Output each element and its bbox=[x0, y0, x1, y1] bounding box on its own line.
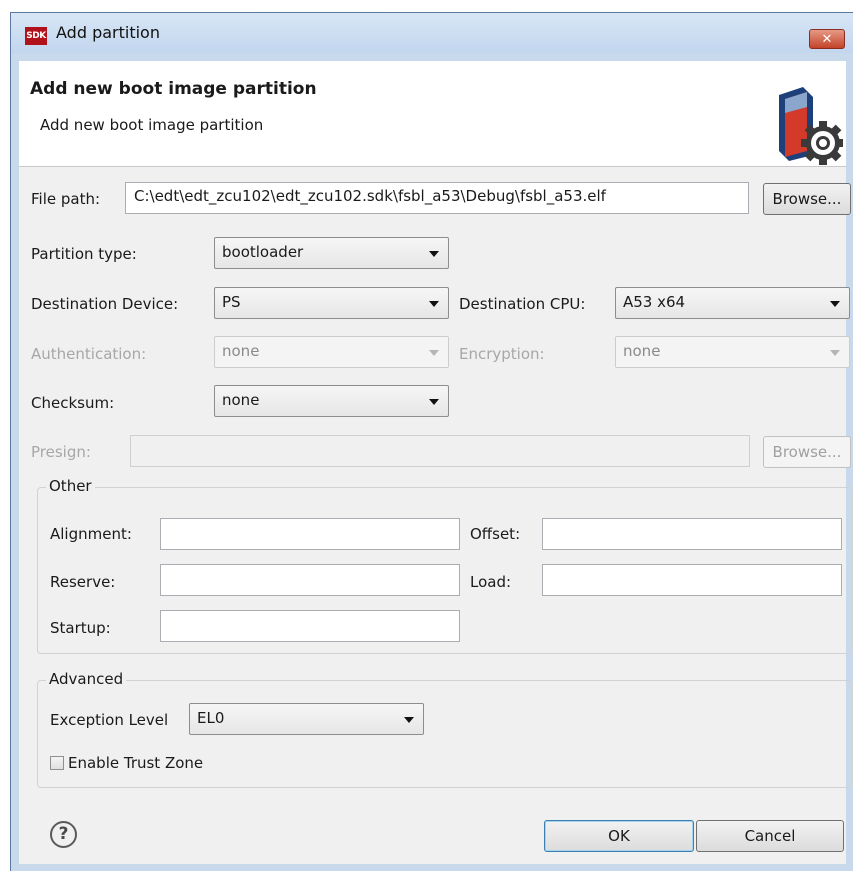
help-icon[interactable]: ? bbox=[50, 821, 77, 848]
destination-device-label: Destination Device: bbox=[31, 295, 179, 313]
destination-device-dropdown[interactable]: PS bbox=[214, 287, 449, 319]
reserve-label: Reserve: bbox=[50, 573, 116, 591]
load-input[interactable] bbox=[542, 564, 842, 596]
authentication-value: none bbox=[222, 342, 260, 360]
dialog-title: Add new boot image partition bbox=[30, 79, 317, 99]
destination-cpu-label: Destination CPU: bbox=[459, 295, 586, 313]
encryption-label: Encryption: bbox=[459, 345, 545, 363]
exception-level-value: EL0 bbox=[197, 709, 225, 727]
startup-label: Startup: bbox=[50, 619, 111, 637]
chevron-down-icon bbox=[404, 717, 414, 723]
file-path-input[interactable]: C:\edt\edt_zcu102\edt_zcu102.sdk\fsbl_a5… bbox=[125, 182, 749, 214]
load-label: Load: bbox=[470, 573, 512, 591]
checksum-dropdown[interactable]: none bbox=[214, 385, 449, 417]
destination-cpu-dropdown[interactable]: A53 x64 bbox=[615, 287, 850, 319]
partition-type-dropdown[interactable]: bootloader bbox=[214, 237, 449, 269]
reserve-input[interactable] bbox=[160, 564, 460, 596]
checksum-label: Checksum: bbox=[31, 394, 115, 412]
dialog-header: Add new boot image partition Add new boo… bbox=[19, 61, 846, 167]
trust-zone-checkbox[interactable] bbox=[50, 756, 64, 770]
offset-input[interactable] bbox=[542, 518, 842, 550]
advanced-group-legend: Advanced bbox=[46, 670, 127, 688]
sdk-app-icon: SDK bbox=[25, 27, 47, 45]
chevron-down-icon bbox=[429, 301, 439, 307]
file-path-label: File path: bbox=[31, 190, 101, 208]
cancel-button[interactable]: Cancel bbox=[696, 820, 844, 852]
checksum-value: none bbox=[222, 391, 260, 409]
encryption-dropdown: none bbox=[615, 336, 850, 368]
alignment-input[interactable] bbox=[160, 518, 460, 550]
presign-input bbox=[130, 435, 750, 467]
authentication-label: Authentication: bbox=[31, 345, 147, 363]
startup-input[interactable] bbox=[160, 610, 460, 642]
alignment-label: Alignment: bbox=[50, 525, 132, 543]
dialog-description: Add new boot image partition bbox=[40, 116, 264, 134]
presign-label: Presign: bbox=[31, 443, 91, 461]
close-x-icon: ✕ bbox=[821, 32, 833, 47]
dialog-content: Add new boot image partition Add new boo… bbox=[19, 61, 853, 864]
ok-button[interactable]: OK bbox=[544, 820, 694, 852]
partition-type-value: bootloader bbox=[222, 243, 304, 261]
destination-device-value: PS bbox=[222, 293, 241, 311]
destination-cpu-value: A53 x64 bbox=[623, 293, 686, 311]
chevron-down-icon bbox=[429, 350, 439, 356]
chevron-down-icon bbox=[830, 350, 840, 356]
boot-image-gear-icon bbox=[779, 87, 843, 165]
add-partition-window: SDK Add partition ✕ Add new boot image p… bbox=[10, 12, 853, 871]
offset-label: Offset: bbox=[470, 525, 521, 543]
close-button[interactable]: ✕ bbox=[809, 29, 845, 49]
partition-type-label: Partition type: bbox=[31, 245, 137, 263]
authentication-dropdown: none bbox=[214, 336, 449, 368]
file-path-browse-button[interactable]: Browse... bbox=[763, 183, 851, 215]
title-bar[interactable]: SDK Add partition ✕ bbox=[11, 13, 853, 53]
chevron-down-icon bbox=[830, 301, 840, 307]
encryption-value: none bbox=[623, 342, 661, 360]
chevron-down-icon bbox=[429, 251, 439, 257]
exception-level-dropdown[interactable]: EL0 bbox=[189, 703, 424, 735]
exception-level-label: Exception Level bbox=[50, 711, 169, 729]
trust-zone-label[interactable]: Enable Trust Zone bbox=[68, 754, 203, 772]
chevron-down-icon bbox=[429, 399, 439, 405]
other-group-legend: Other bbox=[46, 477, 95, 495]
window-title: Add partition bbox=[56, 23, 160, 42]
presign-browse-button: Browse... bbox=[763, 436, 851, 468]
